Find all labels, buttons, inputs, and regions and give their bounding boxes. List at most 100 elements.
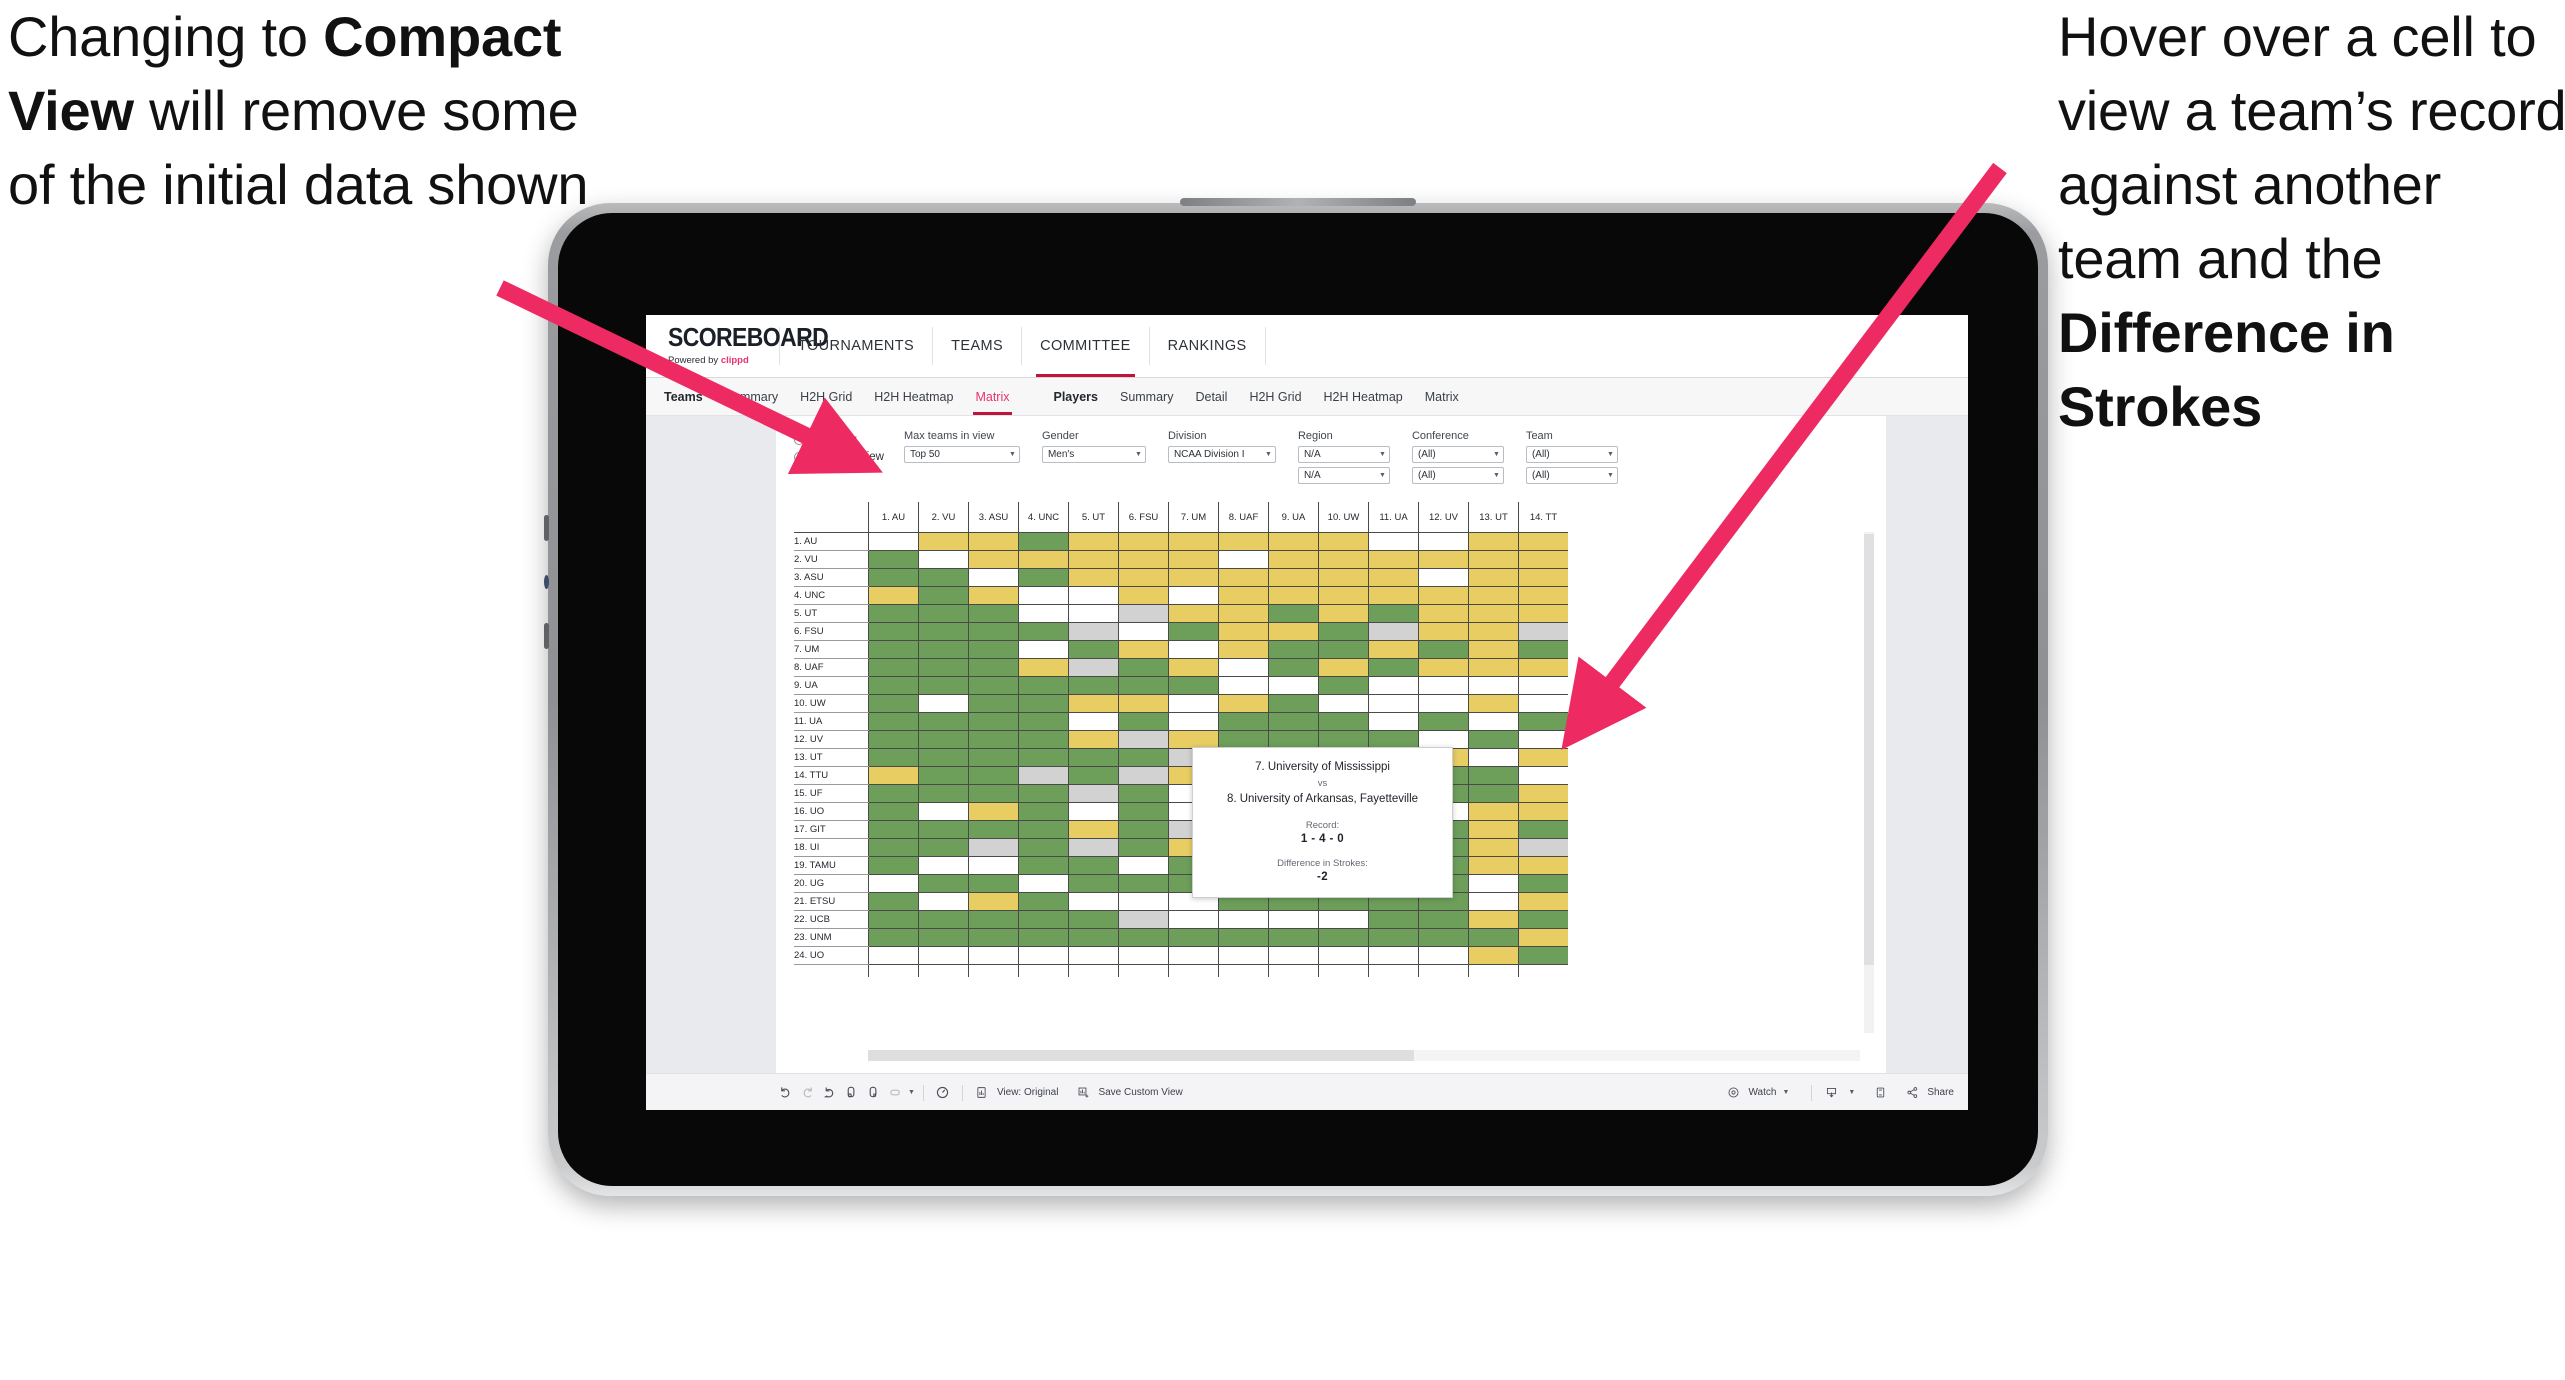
matrix-cell[interactable] <box>1168 676 1219 695</box>
matrix-cell[interactable] <box>1018 802 1069 821</box>
matrix-cell[interactable] <box>868 874 919 893</box>
matrix-cell[interactable] <box>968 748 1019 767</box>
matrix-cell[interactable] <box>1518 658 1568 677</box>
matrix-cell[interactable] <box>868 568 919 587</box>
matrix-cell[interactable] <box>1168 730 1219 749</box>
matrix-cell[interactable] <box>1018 550 1069 569</box>
subtab-teams-summary[interactable]: Summary <box>725 390 778 404</box>
matrix-cell[interactable] <box>1018 892 1069 911</box>
download-button[interactable]: ▼ <box>1820 1082 1855 1104</box>
matrix-cell[interactable] <box>1468 622 1519 641</box>
matrix-cell[interactable] <box>1118 622 1169 641</box>
matrix-cell[interactable] <box>1268 730 1319 749</box>
matrix-cell[interactable] <box>1118 748 1169 767</box>
matrix-cell[interactable] <box>1168 604 1219 623</box>
matrix-cell[interactable] <box>1518 748 1568 767</box>
matrix-cell[interactable] <box>1468 730 1519 749</box>
matrix-cell[interactable] <box>918 640 969 659</box>
nav-item-teams[interactable]: TEAMS <box>933 315 1021 377</box>
matrix-cell[interactable] <box>868 856 919 875</box>
subtab-players-h2h-grid[interactable]: H2H Grid <box>1249 390 1301 404</box>
matrix-cell[interactable] <box>1318 946 1369 965</box>
save-custom-view-button[interactable]: Save Custom View <box>1072 1082 1183 1104</box>
matrix-cell[interactable] <box>1068 802 1119 821</box>
matrix-cell[interactable] <box>1068 676 1119 695</box>
matrix-cell[interactable] <box>1068 766 1119 785</box>
matrix-cell[interactable] <box>1068 838 1119 857</box>
matrix-cell[interactable] <box>1068 910 1119 929</box>
chevron-down-icon[interactable]: ▼ <box>908 1089 915 1096</box>
matrix-cell[interactable] <box>1518 694 1568 713</box>
subtab-teams-matrix[interactable]: Matrix <box>973 390 1012 415</box>
matrix-cell[interactable] <box>1418 928 1469 947</box>
matrix-cell[interactable] <box>1468 910 1519 929</box>
matrix-cell[interactable] <box>1318 622 1369 641</box>
matrix-cell[interactable] <box>1168 532 1219 551</box>
matrix-cell[interactable] <box>1468 532 1519 551</box>
nav-item-committee[interactable]: COMMITTEE <box>1022 315 1149 377</box>
matrix-cell[interactable] <box>1068 640 1119 659</box>
matrix-cell[interactable] <box>1418 550 1469 569</box>
matrix-cell[interactable] <box>1118 892 1169 911</box>
matrix-cell[interactable] <box>968 586 1019 605</box>
matrix-cell[interactable] <box>1268 676 1319 695</box>
matrix-cell[interactable] <box>868 838 919 857</box>
matrix-cell[interactable] <box>968 604 1019 623</box>
matrix-cell[interactable] <box>1468 766 1519 785</box>
matrix-cell[interactable] <box>868 712 919 731</box>
matrix-cell[interactable] <box>1318 532 1369 551</box>
matrix-cell[interactable] <box>1418 946 1469 965</box>
matrix-cell[interactable] <box>1368 622 1419 641</box>
select-conference-1[interactable]: (All) ▼ <box>1411 446 1504 463</box>
matrix-cell[interactable] <box>1368 910 1419 929</box>
matrix-cell[interactable] <box>1318 676 1369 695</box>
matrix-cell[interactable] <box>868 604 919 623</box>
brand-logo[interactable]: SCOREBOARD Powered by clippd <box>646 315 829 377</box>
matrix-vertical-scrollbar[interactable] <box>1864 532 1874 1033</box>
matrix-cell[interactable] <box>1518 766 1568 785</box>
subtab-players-h2h-heatmap[interactable]: H2H Heatmap <box>1324 390 1403 404</box>
matrix-cell[interactable] <box>1218 568 1269 587</box>
matrix-cell[interactable] <box>1468 568 1519 587</box>
pause-icon[interactable] <box>862 1082 884 1104</box>
matrix-cell[interactable] <box>1368 658 1419 677</box>
matrix-cell[interactable] <box>1518 874 1568 893</box>
matrix-cell[interactable] <box>1418 622 1469 641</box>
matrix-cell[interactable] <box>968 820 1019 839</box>
matrix-cell[interactable] <box>1518 784 1568 803</box>
undo-icon[interactable] <box>774 1082 796 1104</box>
subtab-teams-h2h-grid[interactable]: H2H Grid <box>800 390 852 404</box>
matrix-cell[interactable] <box>918 658 969 677</box>
matrix-cell[interactable] <box>1268 910 1319 929</box>
matrix-cell[interactable] <box>1118 568 1169 587</box>
matrix-horizontal-scrollbar[interactable] <box>868 1050 1860 1061</box>
select-conference-2[interactable]: (All) ▼ <box>1411 467 1504 484</box>
matrix-cell[interactable] <box>1118 640 1169 659</box>
radio-compact-view[interactable]: Compact View <box>794 451 884 463</box>
matrix-cell[interactable] <box>1368 604 1419 623</box>
matrix-cell[interactable] <box>1168 622 1219 641</box>
matrix-cell[interactable] <box>1068 568 1119 587</box>
matrix-cell[interactable] <box>1418 640 1469 659</box>
matrix-horizontal-scroll-thumb[interactable] <box>868 1050 1414 1061</box>
matrix-cell[interactable] <box>1368 676 1419 695</box>
matrix-cell[interactable] <box>1318 910 1369 929</box>
matrix-cell[interactable] <box>1018 604 1069 623</box>
matrix-cell[interactable] <box>868 820 919 839</box>
matrix-cell[interactable] <box>1518 550 1568 569</box>
matrix-cell[interactable] <box>1068 730 1119 749</box>
matrix-cell[interactable] <box>1018 766 1069 785</box>
matrix-cell[interactable] <box>1218 586 1269 605</box>
matrix-cell[interactable] <box>1018 748 1069 767</box>
matrix-cell[interactable] <box>1168 658 1219 677</box>
matrix-cell[interactable] <box>1068 712 1119 731</box>
matrix-cell[interactable] <box>968 784 1019 803</box>
matrix-heatmap[interactable]: 1. AU 2. VU 3. ASU 4. UNC 5. UT 6. FSU 7. UM 8.… <box>794 502 1874 1061</box>
subtab-teams-h2h-heatmap[interactable]: H2H Heatmap <box>874 390 953 404</box>
matrix-cell[interactable] <box>1118 712 1169 731</box>
matrix-cell[interactable] <box>1168 640 1219 659</box>
matrix-cell[interactable] <box>1018 622 1069 641</box>
matrix-cell[interactable] <box>1218 640 1269 659</box>
matrix-cell[interactable] <box>1118 694 1169 713</box>
matrix-cell[interactable] <box>1068 820 1119 839</box>
